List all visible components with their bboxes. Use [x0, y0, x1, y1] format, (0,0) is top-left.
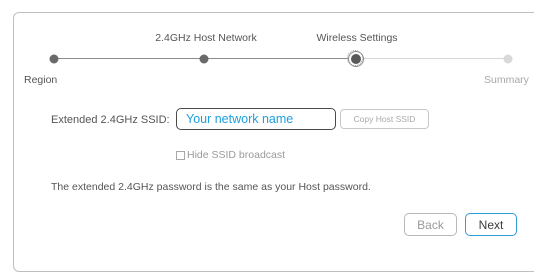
step-dot-wireless-settings: [347, 50, 363, 66]
step-label-wireless-settings: Wireless Settings: [316, 32, 398, 44]
hide-ssid-label: Hide SSID broadcast: [187, 149, 286, 161]
step-connector-2: [204, 58, 356, 59]
step-connector-1: [54, 58, 204, 59]
back-button[interactable]: Back: [404, 213, 457, 236]
password-note: The extended 2.4GHz password is the same…: [51, 181, 371, 193]
hide-ssid-row[interactable]: Hide SSID broadcast: [176, 149, 285, 161]
step-connector-3: [356, 58, 508, 59]
hide-ssid-checkbox[interactable]: [176, 150, 185, 160]
step-dot-host-network: [199, 54, 209, 64]
ssid-label: Extended 2.4GHz SSID:: [51, 114, 170, 126]
next-button[interactable]: Next: [465, 213, 517, 236]
step-dot-summary: [503, 54, 513, 64]
extended-ssid-input[interactable]: [176, 108, 336, 130]
step-label-region: Region: [24, 74, 58, 86]
step-dot-region: [49, 54, 59, 64]
copy-host-ssid-button[interactable]: Copy Host SSID: [340, 109, 429, 129]
step-label-summary: Summary: [484, 74, 529, 86]
step-label-host-network: 2.4GHz Host Network: [155, 32, 257, 44]
